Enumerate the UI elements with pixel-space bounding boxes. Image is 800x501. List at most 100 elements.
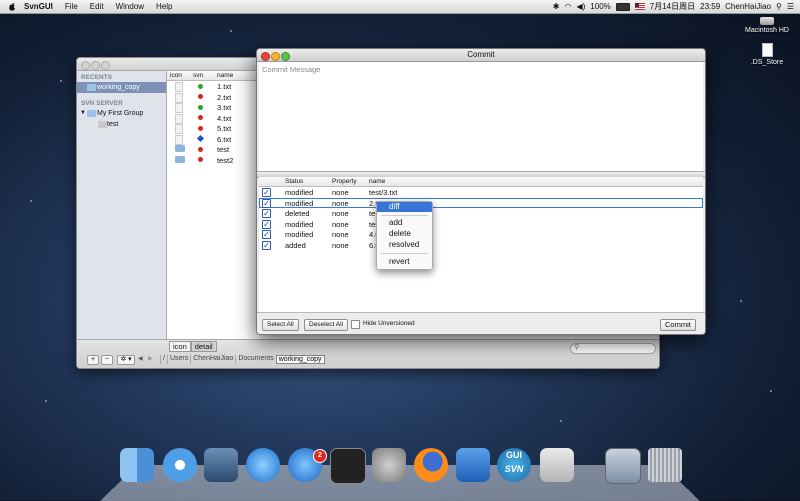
spotlight-icon[interactable]: ⚲ xyxy=(776,2,782,11)
xcode-icon[interactable] xyxy=(456,448,490,482)
svngui-icon[interactable]: GUI SVN xyxy=(497,448,531,482)
zoom-button[interactable] xyxy=(101,61,110,70)
menu-edit[interactable]: Edit xyxy=(84,0,110,13)
apple-menu-icon[interactable] xyxy=(8,2,16,11)
menu-item-delete[interactable]: delete xyxy=(377,229,432,239)
grab-icon[interactable] xyxy=(540,448,574,482)
search-field[interactable]: ⚲ xyxy=(570,343,656,354)
file-name: test xyxy=(217,145,230,154)
close-button[interactable] xyxy=(261,52,270,61)
column-status[interactable]: Status xyxy=(285,178,303,185)
row-status: added xyxy=(285,240,306,250)
column-name[interactable]: name xyxy=(369,178,385,185)
deselect-all-button[interactable]: Deselect All xyxy=(304,319,348,331)
menu-item-diff[interactable]: diff xyxy=(377,202,432,212)
preview-icon[interactable] xyxy=(204,448,238,482)
row-checkbox[interactable]: ✓ xyxy=(262,230,271,239)
commit-titlebar[interactable]: Commit xyxy=(257,49,705,62)
back-arrow-icon[interactable]: ◀ xyxy=(138,355,143,362)
sidebar: RECENTS working_copy SVN SERVER ▼ My Fir… xyxy=(77,71,167,339)
row-property: none xyxy=(332,188,349,197)
time-text[interactable]: 23:59 xyxy=(700,2,720,11)
minimize-button[interactable] xyxy=(91,61,100,70)
context-menu: diff add delete resolved revert xyxy=(376,201,433,270)
minimize-button[interactable] xyxy=(271,52,280,61)
list-icon[interactable]: ☰ xyxy=(787,2,794,11)
table-row[interactable]: ✓ modified none 4.t xyxy=(259,229,703,240)
table-row[interactable]: ✓ modified none tes xyxy=(259,219,703,230)
menu-item-resolved[interactable]: resolved xyxy=(377,240,432,250)
zoom-button[interactable] xyxy=(281,52,290,61)
file-icon xyxy=(175,134,183,145)
status-icon xyxy=(198,115,203,120)
bluetooth-icon[interactable]: ✱ xyxy=(553,2,560,11)
tab-detail[interactable]: detail xyxy=(190,341,217,352)
path-users[interactable]: Users xyxy=(166,355,190,364)
menu-window[interactable]: Window xyxy=(110,0,150,13)
sidebar-item-group[interactable]: ▼ My First Group xyxy=(77,108,166,119)
desktop-icon-label: Macintosh HD xyxy=(745,27,789,34)
close-button[interactable] xyxy=(81,61,90,70)
row-checkbox[interactable]: ✓ xyxy=(262,240,271,250)
sidebar-item-working-copy[interactable]: working_copy xyxy=(77,82,166,93)
tab-icon[interactable]: icon xyxy=(169,341,191,352)
desktop-icon-hd[interactable]: Macintosh HD xyxy=(737,14,797,34)
battery-text[interactable]: 100% xyxy=(590,2,610,11)
battery-icon[interactable] xyxy=(615,2,630,11)
file-name: test2 xyxy=(217,155,234,165)
add-button[interactable]: + xyxy=(87,355,99,365)
path-root[interactable]: / xyxy=(160,355,167,364)
star xyxy=(60,80,62,82)
column-property[interactable]: Property xyxy=(332,178,357,185)
date-text[interactable]: 7月14日周日 xyxy=(650,1,695,12)
row-checkbox[interactable]: ✓ xyxy=(262,198,271,208)
column-icon[interactable]: icon xyxy=(170,72,182,79)
table-row[interactable]: ✓modifiednone2.txt xyxy=(259,197,703,208)
table-row[interactable]: ✓ deleted none te xyxy=(259,208,703,219)
path-documents[interactable]: Documents xyxy=(235,355,275,364)
system-preferences-icon[interactable] xyxy=(372,448,406,482)
hide-unversioned-checkbox[interactable] xyxy=(351,320,360,329)
flag-icon[interactable] xyxy=(634,3,645,10)
sidebar-item-test[interactable]: test xyxy=(77,119,166,130)
folder-icon xyxy=(175,145,185,152)
safari-icon[interactable] xyxy=(163,448,197,482)
path-user[interactable]: ChenHaiJiao xyxy=(190,355,235,364)
row-checkbox[interactable]: ✓ xyxy=(262,209,271,218)
desktop-icon-file[interactable]: .DS_Store xyxy=(737,43,797,66)
commit-message-field[interactable]: Commit Message xyxy=(259,62,703,171)
menu-help[interactable]: Help xyxy=(150,0,178,13)
app-menu[interactable]: SvnGUI xyxy=(18,0,59,13)
row-checkbox[interactable]: ✓ xyxy=(262,188,271,197)
table-row[interactable]: ✓ added none 6.t xyxy=(259,240,703,251)
trash-icon[interactable] xyxy=(648,448,682,482)
remove-button[interactable]: − xyxy=(101,355,113,365)
select-all-button[interactable]: Select All xyxy=(262,319,299,331)
action-menu-button[interactable]: ✲ ▾ xyxy=(117,355,135,365)
wifi-icon[interactable]: ◠ xyxy=(564,2,571,11)
disclosure-triangle-icon[interactable]: ▼ xyxy=(80,108,86,119)
menu-item-add[interactable]: add xyxy=(377,218,432,228)
commit-button[interactable]: Commit xyxy=(660,319,696,331)
changes-table: Status Property name ✓ modified none test/3… xyxy=(259,177,703,312)
column-svn[interactable]: svn xyxy=(193,72,203,79)
menu-file[interactable]: File xyxy=(59,0,84,13)
table-row[interactable]: ✓ modified none test/3.txt xyxy=(259,187,703,198)
user-name[interactable]: ChenHaiJiao xyxy=(725,2,771,11)
forward-arrow-icon[interactable]: ▶ xyxy=(148,355,153,362)
itunes-icon[interactable] xyxy=(246,448,280,482)
column-name[interactable]: name xyxy=(217,72,233,79)
finder-bottom-bar: icon detail ⚲ + − ✲ ▾ ◀ ▶ / Users ChenHa… xyxy=(77,339,659,368)
volume-icon[interactable]: ◀) xyxy=(576,2,585,11)
firefox-icon[interactable] xyxy=(414,448,448,482)
row-status: modified xyxy=(285,219,314,229)
path-working-copy[interactable]: working_copy xyxy=(275,355,325,364)
row-checkbox[interactable]: ✓ xyxy=(262,219,271,229)
terminal-icon[interactable] xyxy=(330,448,366,484)
svn-server-header: SVN SERVER xyxy=(81,100,123,107)
commit-bottom-bar: Select All Deselect All Hide Unversioned… xyxy=(257,312,705,334)
finder-icon[interactable] xyxy=(120,448,154,482)
star xyxy=(770,390,772,392)
menu-item-revert[interactable]: revert xyxy=(377,257,432,267)
screen-sharing-icon[interactable] xyxy=(605,448,641,484)
